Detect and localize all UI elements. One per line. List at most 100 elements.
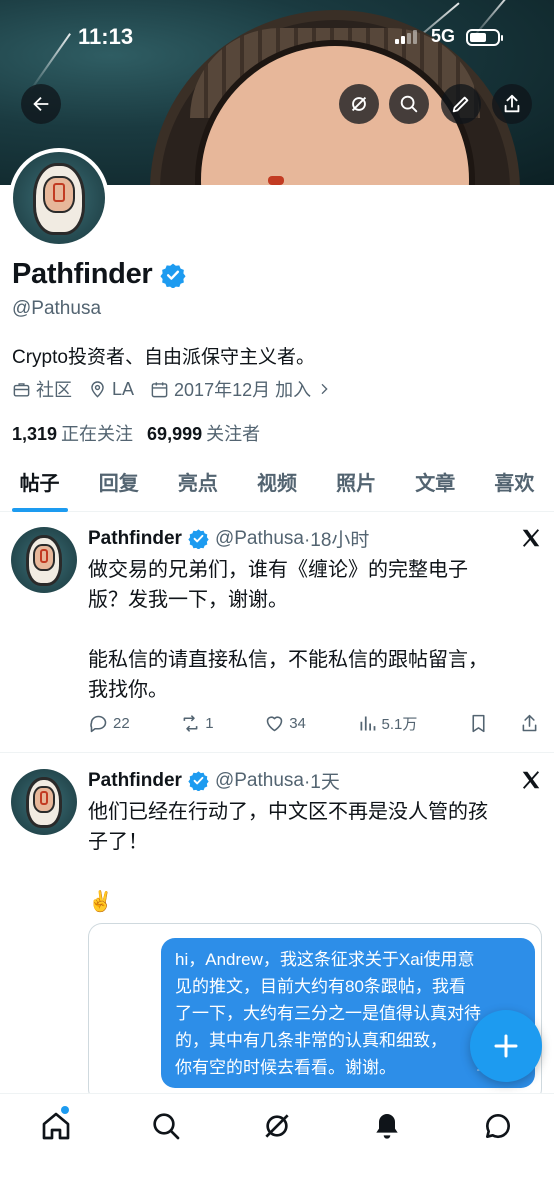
grok-button[interactable] (339, 84, 379, 124)
home-icon (42, 1112, 70, 1140)
tab-videos[interactable]: 视频 (237, 458, 316, 511)
verified-badge-icon (188, 529, 209, 549)
post-line: 子了！ (88, 831, 148, 853)
status-bar: 11:13 5G (0, 24, 554, 54)
nav-grok[interactable] (261, 1110, 293, 1142)
calendar-icon (151, 381, 168, 397)
grok-icon (265, 1114, 289, 1138)
post-author-name[interactable]: Pathfinder (88, 528, 182, 550)
post-media[interactable]: hi，Andrew，我这条征求关于Xai使用意 见的推文，目前大约有80条跟帖，… (88, 923, 542, 1103)
tab-likes[interactable]: 喜欢 (475, 458, 554, 511)
status-time: 11:13 (78, 24, 134, 49)
like-count: 34 (289, 715, 306, 732)
post-line: 他们已经在行动了，中文区不再是没人管的孩 (88, 801, 488, 823)
verified-badge-icon (188, 771, 209, 791)
x-logo-icon[interactable] (520, 769, 542, 791)
arrow-left-icon (33, 96, 49, 112)
following-count: 1,319 (12, 424, 58, 444)
reply-icon (90, 715, 107, 733)
profile-name: Pathfinder (12, 258, 153, 290)
search-icon (400, 95, 418, 113)
profile-joined[interactable]: 2017年12月 加入 (174, 376, 311, 402)
post-time[interactable]: ·1天 (304, 767, 340, 794)
edit-button[interactable] (441, 84, 481, 124)
profile-avatar[interactable] (9, 148, 109, 248)
compose-button[interactable] (470, 1010, 542, 1082)
chat-line: 你有空的时候去看看。谢谢。 (175, 1058, 396, 1077)
notification-dot (61, 1106, 69, 1114)
post-item[interactable]: Pathfinder @Pathusa ·18小时 做交易的兄弟们，谁有《缠论》… (0, 513, 554, 753)
battery-icon (466, 29, 503, 46)
followers-count: 69,999 (147, 424, 203, 444)
bookmark-icon[interactable] (468, 713, 489, 734)
repost-button[interactable]: 1 (180, 713, 214, 734)
chat-line: hi，Andrew，我这条征求关于Xai使用意 (175, 950, 475, 969)
post-line: 能私信的请直接私信，不能私信的跟帖留言， (88, 649, 488, 671)
tab-photos[interactable]: 照片 (317, 458, 396, 511)
post-line: 我找你。 (88, 679, 168, 701)
post-avatar[interactable] (11, 769, 77, 835)
views-icon (360, 716, 375, 731)
profile-category[interactable]: 社区 (36, 376, 72, 402)
following-link[interactable]: 1,319 正在关注 (12, 420, 133, 446)
tab-replies[interactable]: 回复 (79, 458, 158, 511)
search-button[interactable] (389, 84, 429, 124)
views-button[interactable]: 5.1万 (357, 713, 418, 734)
signal-icon (395, 30, 417, 44)
bottom-navigation (0, 1093, 554, 1200)
post-text: 他们已经在行动了，中文区不再是没人管的孩 子了！ ✌️ (88, 797, 538, 917)
location-icon (91, 380, 104, 398)
reply-button[interactable]: 22 (88, 713, 130, 734)
post-time[interactable]: ·18小时 (304, 525, 369, 552)
repost-icon (183, 715, 198, 732)
tab-highlights[interactable]: 亮点 (158, 458, 237, 511)
profile-location: LA (112, 378, 135, 399)
message-icon (486, 1114, 511, 1139)
bell-icon (376, 1114, 398, 1139)
share-icon[interactable] (519, 713, 540, 734)
tab-posts[interactable]: 帖子 (0, 458, 79, 511)
followers-link[interactable]: 69,999 关注者 (147, 420, 260, 446)
post-line: 版？发我一下，谢谢。 (88, 589, 288, 611)
chat-line: 了一下，大约有三分之一是值得认真对待 (175, 1004, 481, 1023)
profile-handle: @Pathusa (12, 298, 102, 319)
chevron-right-icon[interactable] (316, 381, 332, 397)
reply-count: 22 (113, 715, 130, 732)
chat-line: 见的推文，目前大约有80条跟帖，我看 (175, 977, 466, 996)
nav-messages[interactable] (482, 1110, 514, 1142)
post-line (88, 857, 538, 887)
post-author-handle: @Pathusa (214, 527, 304, 549)
view-count: 5.1万 (381, 716, 418, 733)
search-icon (153, 1113, 180, 1140)
followers-label: 关注者 (206, 424, 261, 444)
verified-badge-icon[interactable] (160, 262, 186, 288)
share-button[interactable] (492, 84, 532, 124)
follow-stats: 1,319 正在关注 69,999 关注者 (12, 420, 260, 446)
plus-icon (494, 1034, 518, 1058)
like-button[interactable]: 34 (264, 713, 306, 734)
following-label: 正在关注 (61, 424, 134, 444)
share-icon (504, 94, 520, 113)
profile-bio: Crypto投资者、自由派保守主义者。 (12, 347, 315, 368)
nav-notifications[interactable] (371, 1110, 403, 1142)
heart-icon (266, 716, 283, 732)
profile-meta: 社区 LA 2017年12月 加入 (12, 376, 348, 402)
post-author-handle: @Pathusa (214, 769, 304, 791)
tab-articles[interactable]: 文章 (396, 458, 475, 511)
chat-line: 的，其中有几条非常的认真和细致， (175, 1031, 447, 1050)
back-button[interactable] (21, 84, 61, 124)
post-text: 做交易的兄弟们，谁有《缠论》的完整电子 版？发我一下，谢谢。 能私信的请直接私信… (88, 555, 538, 705)
briefcase-icon (13, 382, 30, 397)
post-actions: 22 1 34 5.1万 (88, 713, 540, 734)
post-avatar[interactable] (11, 527, 77, 593)
post-line (88, 615, 538, 645)
x-logo-icon[interactable] (520, 527, 542, 549)
profile-tabs: 帖子 回复 亮点 视频 照片 文章 喜欢 (0, 458, 554, 512)
post-line: 做交易的兄弟们，谁有《缠论》的完整电子 (88, 559, 468, 581)
nav-home[interactable] (40, 1110, 72, 1142)
pencil-icon (452, 96, 469, 113)
nav-search[interactable] (150, 1110, 182, 1142)
network-label: 5G (431, 26, 456, 46)
grok-icon (351, 96, 367, 112)
post-author-name[interactable]: Pathfinder (88, 770, 182, 792)
